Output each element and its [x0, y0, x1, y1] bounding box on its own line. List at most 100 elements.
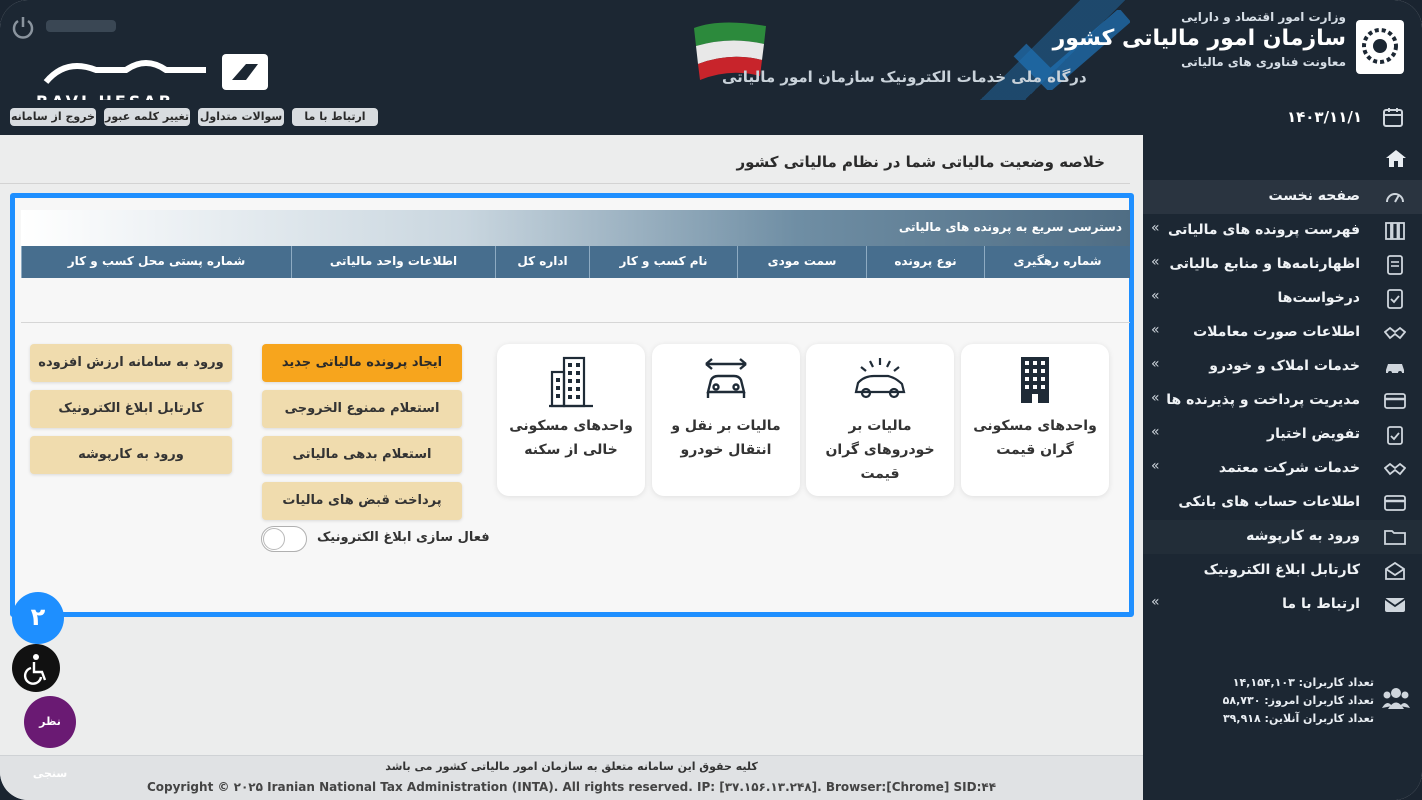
- sidebar-item-label: فهرست پرونده های مالیاتی: [1168, 222, 1360, 238]
- sidebar-item-workfolder[interactable]: ورود به کارپوشه: [1143, 520, 1422, 554]
- column-header[interactable]: نوع پرونده: [866, 246, 984, 278]
- logout-button[interactable]: خروج از سامانه: [10, 108, 96, 126]
- create-tax-file-button[interactable]: ایجاد پرونده مالیاتی جدید: [262, 344, 462, 382]
- sidebar-item-home[interactable]: صفحه نخست: [1143, 180, 1422, 214]
- tax-debt-inquiry-button[interactable]: استعلام بدهی مالیاتی: [262, 436, 462, 474]
- stat-today-users: تعداد کاربران امروز: ۵۸,۷۳۰: [1222, 694, 1374, 707]
- column-header[interactable]: سمت مودی: [737, 246, 866, 278]
- inta-emblem-icon: [1356, 20, 1404, 74]
- sidebar-item-label: ارتباط با ما: [1282, 596, 1360, 612]
- card-vacant-residential[interactable]: واحدهای مسکونی خالی از سکنه: [497, 344, 645, 496]
- column-header[interactable]: اداره کل: [495, 246, 589, 278]
- username-blurred: [46, 20, 116, 32]
- exit-ban-inquiry-button[interactable]: استعلام ممنوع الخروجی: [262, 390, 462, 428]
- logo-text: RAVI HESAB: [36, 92, 174, 100]
- sidebar-item-delegation[interactable]: « تفویض اختیار: [1143, 418, 1422, 452]
- current-date: ۱۴۰۳/۱۱/۱: [1286, 108, 1362, 126]
- sidebar-item-label: اظهارنامه‌ها و منابع مالیاتی: [1169, 256, 1360, 272]
- pay-tax-bills-button[interactable]: پرداخت قبض های مالیات: [262, 482, 462, 520]
- step-badge: ۲: [12, 592, 64, 644]
- quick-access-title: دسترسی سریع به پرونده های مالیاتی: [898, 220, 1122, 234]
- column-header[interactable]: اطلاعات واحد مالیاتی: [291, 246, 495, 278]
- sidebar-item-trusted-company[interactable]: « خدمات شرکت معتمد: [1143, 452, 1422, 486]
- card-luxury-residential[interactable]: واحدهای مسکونی گران قیمت: [961, 344, 1109, 496]
- e-notice-toggle[interactable]: [261, 526, 307, 552]
- sidebar-item-label: تفویض اختیار: [1267, 426, 1360, 442]
- column-header[interactable]: شماره رهگیری: [984, 246, 1130, 278]
- sidebar-item-label: خدمات شرکت معتمد: [1218, 460, 1360, 476]
- wheelchair-icon: [23, 654, 47, 685]
- portal-title: درگاه ملی خدمات الکترونیک سازمان امور ما…: [722, 68, 1087, 86]
- users-icon: [1382, 688, 1410, 709]
- sidebar-item-e-notice[interactable]: کارتابل ابلاغ الکترونیک: [1143, 554, 1422, 588]
- org-block: وزارت امور اقتصاد و دارایی سازمان امور م…: [1053, 10, 1346, 69]
- footer: کلیه حقوق این سامانه متعلق به سازمان امو…: [0, 755, 1143, 800]
- sidebar-item-label: مدیریت پرداخت و پذیرنده ها: [1166, 392, 1360, 408]
- sidebar-item-contact[interactable]: « ارتباط با ما: [1143, 588, 1422, 622]
- card-label: مالیات بر نقل و انتقال خودرو: [671, 418, 781, 458]
- faq-button[interactable]: سوالات متداول: [198, 108, 284, 126]
- main-content: خلاصه وضعیت مالیاتی شما در نظام مالیاتی …: [0, 135, 1143, 755]
- survey-button[interactable]: نظر سنجی: [24, 696, 76, 780]
- sidebar-item-bank-accounts[interactable]: اطلاعات حساب های بانکی: [1143, 486, 1422, 520]
- divider: [21, 322, 1130, 323]
- sidebar-item-label: صفحه نخست: [1268, 188, 1360, 204]
- chevron-double-icon: «: [1151, 594, 1160, 610]
- contact-us-button[interactable]: ارتباط با ما: [292, 108, 378, 126]
- app-window: RAVI HESAB درگاه ملی خدمات الکترونیک ساز…: [0, 0, 1422, 800]
- luxury-car-icon: [854, 358, 906, 399]
- sidebar-item-label: اطلاعات صورت معاملات: [1193, 324, 1360, 340]
- mail-icon: [1385, 561, 1405, 580]
- sidebar-item-transactions[interactable]: « اطلاعات صورت معاملات: [1143, 316, 1422, 350]
- card-car-transfer-tax[interactable]: مالیات بر نقل و انتقال خودرو: [652, 344, 800, 496]
- column-header[interactable]: شماره پستی محل کسب و کار: [21, 246, 291, 278]
- car-icon: [1386, 364, 1404, 375]
- footer-copyright: Copyright © ۲۰۲۵ Iranian National Tax Ad…: [146, 780, 997, 794]
- deputy-name: معاونت فناوری های مالیاتی: [1181, 55, 1346, 69]
- buildings-icon: [549, 356, 593, 408]
- card-icon: [1384, 393, 1406, 409]
- sidebar-item-label: کارتابل ابلاغ الکترونیک: [1203, 562, 1360, 578]
- logo-mark-icon: [43, 54, 268, 90]
- chevron-double-icon: «: [1151, 390, 1160, 406]
- handshake-icon: [1384, 462, 1406, 476]
- sidebar-item-requests[interactable]: « درخواست‌ها: [1143, 282, 1422, 316]
- sidebar-item-declarations[interactable]: « اظهارنامه‌ها و منابع مالیاتی: [1143, 248, 1422, 282]
- sidebar-nav: صفحه نخست « فهرست پرونده های مالیاتی « ا…: [1143, 180, 1422, 622]
- bank-card-icon: [1384, 495, 1406, 511]
- sidebar-item-label: ورود به کارپوشه: [1246, 528, 1360, 544]
- column-header[interactable]: نام کسب و کار: [589, 246, 737, 278]
- stat-online-users: تعداد کاربران آنلاین: ۳۹,۹۱۸: [1222, 712, 1374, 725]
- accessibility-button[interactable]: [12, 644, 60, 692]
- ministry-name: وزارت امور اقتصاد و دارایی: [1181, 10, 1346, 24]
- top-bar: ارتباط با ما سوالات متداول تغییر کلمه عب…: [0, 100, 1145, 135]
- chevron-double-icon: «: [1151, 254, 1160, 270]
- footer-rights: کلیه حقوق این سامانه متعلق به سازمان امو…: [385, 760, 758, 773]
- envelope-icon: [1384, 598, 1406, 612]
- sidebar-item-tax-files[interactable]: « فهرست پرونده های مالیاتی: [1143, 214, 1422, 248]
- chevron-double-icon: «: [1151, 356, 1160, 372]
- sidebar-item-label: خدمات املاک و خودرو: [1209, 358, 1360, 374]
- org-name: سازمان امور مالیاتی کشور: [1052, 26, 1346, 51]
- workfolder-login-button[interactable]: ورود به کارپوشه: [30, 436, 232, 474]
- home-icon[interactable]: [1384, 148, 1408, 168]
- card-luxury-car-tax[interactable]: مالیات بر خودروهای گران قیمت: [806, 344, 954, 496]
- chevron-double-icon: «: [1151, 424, 1160, 440]
- power-icon[interactable]: [10, 14, 36, 40]
- sidebar-item-property-car[interactable]: « خدمات املاک و خودرو: [1143, 350, 1422, 384]
- checklist-icon: [1387, 289, 1403, 309]
- folder-icon: [1384, 530, 1406, 545]
- document-icon: [1387, 255, 1403, 275]
- car-transfer-icon: [705, 358, 747, 398]
- sidebar-item-payment[interactable]: « مدیریت پرداخت و پذیرنده ها: [1143, 384, 1422, 418]
- change-password-button[interactable]: تغییر کلمه عبور: [104, 108, 190, 126]
- card-label: واحدهای مسکونی گران قیمت: [973, 418, 1097, 458]
- handshake-icon: [1384, 326, 1406, 340]
- card-label: واحدهای مسکونی خالی از سکنه: [509, 418, 633, 458]
- sidebar-item-label: اطلاعات حساب های بانکی: [1178, 494, 1360, 510]
- tax-files-table-header: شماره رهگیری نوع پرونده سمت مودی نام کسب…: [21, 246, 1130, 278]
- e-notice-toggle-label: فعال سازی ابلاغ الکترونیک: [317, 530, 490, 545]
- chevron-double-icon: «: [1151, 322, 1160, 338]
- vat-system-login-button[interactable]: ورود به سامانه ارزش افزوده: [30, 344, 232, 382]
- e-notice-inbox-button[interactable]: کارتابل ابلاغ الکترونیک: [30, 390, 232, 428]
